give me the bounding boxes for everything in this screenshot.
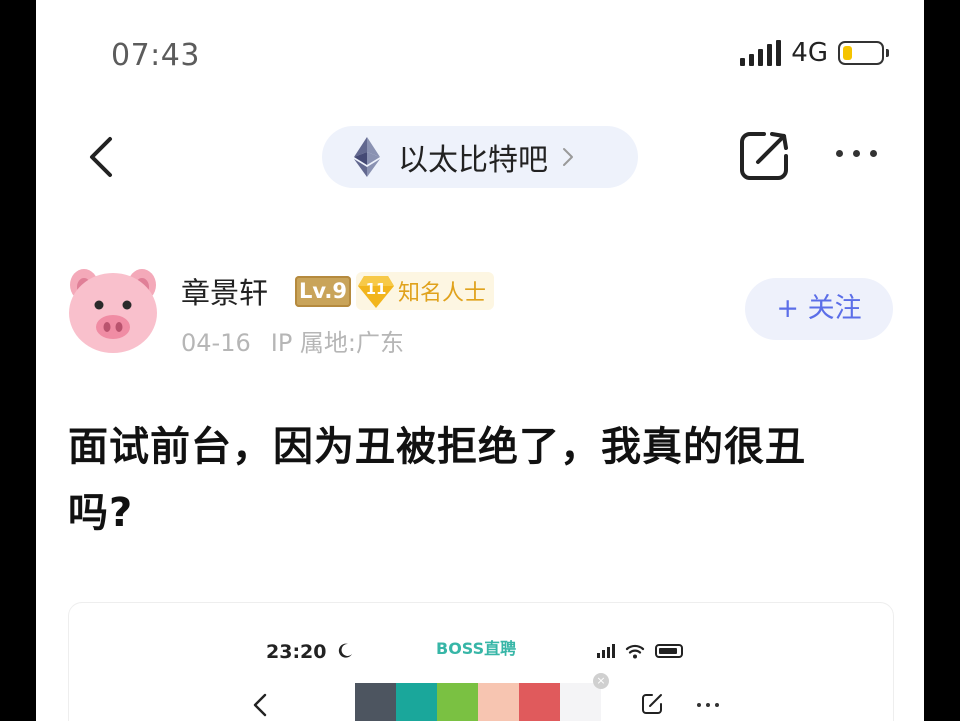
honor-badge: 11 知名人士 (356, 272, 495, 310)
color-swatch-2 (396, 683, 437, 721)
wifi-icon (625, 644, 645, 659)
post-date: 04-16 (181, 329, 251, 357)
signal-icon (740, 40, 782, 66)
color-swatch-6 (560, 683, 601, 721)
forum-name: 以太比特吧 (398, 143, 548, 178)
ethereum-logo-icon (354, 137, 380, 177)
edit-icon (642, 694, 662, 714)
battery-icon (655, 644, 683, 658)
battery-icon (838, 41, 889, 65)
battery-fill (843, 46, 852, 60)
chevron-right-icon (563, 148, 573, 166)
post-image[interactable]: 23:20 BOSS直聘 × (68, 602, 894, 721)
close-icon: × (593, 673, 609, 689)
pig-emoji-avatar[interactable] (64, 263, 162, 355)
color-swatch-3 (437, 683, 478, 721)
embedded-brand: BOSS直聘 (436, 639, 517, 658)
honor-number: 11 (365, 280, 387, 298)
network-type: 4G (791, 38, 828, 68)
honor-label: 知名人士 (398, 281, 487, 306)
author-name[interactable]: 章景轩 (181, 270, 268, 312)
chevron-left-icon (253, 693, 267, 717)
follow-button[interactable]: + 关注 (745, 278, 893, 340)
more-dots-icon (697, 703, 719, 707)
embedded-time: 23:20 (266, 641, 327, 663)
moon-icon (338, 643, 352, 658)
embedded-status (597, 643, 683, 659)
post-meta: 04-16 IP 属地:广东 (181, 323, 404, 358)
signal-icon (597, 644, 615, 658)
color-swatch-4 (478, 683, 519, 721)
chevron-left-icon[interactable] (86, 135, 116, 179)
forum-pill[interactable]: 以太比特吧 (322, 126, 638, 188)
app-screen: 07:43 4G 以太比特吧 章景轩 Lv.9 11 知名人士 04-16 IP… (36, 0, 924, 721)
color-swatch-5 (519, 683, 560, 721)
more-dots-icon[interactable] (836, 150, 877, 157)
post-title: 面试前台，因为丑被拒绝了，我真的很丑吗? (68, 424, 806, 536)
status-time: 07:43 (111, 38, 200, 73)
gem-icon: 11 (356, 272, 396, 310)
status-indicators: 4G (740, 38, 889, 68)
color-swatches (355, 683, 601, 721)
color-swatch-1 (355, 683, 396, 721)
share-icon[interactable] (736, 128, 792, 184)
level-badge: Lv.9 (295, 276, 351, 307)
ip-location: IP 属地:广东 (270, 329, 405, 357)
